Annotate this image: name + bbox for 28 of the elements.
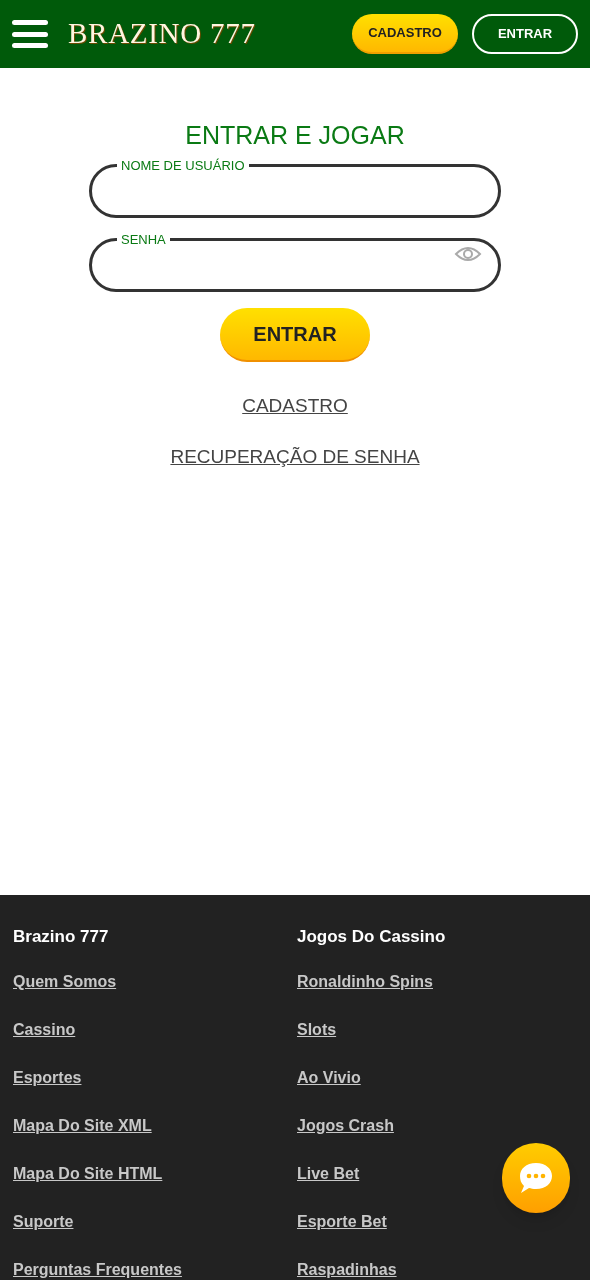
field-label: NOME DE USUÁRIO — [120, 157, 246, 175]
footer-link[interactable]: Jogos Crash — [297, 1115, 577, 1137]
footer-link[interactable]: Esportes — [13, 1067, 295, 1089]
logo[interactable]: BRAZINO 777 — [68, 12, 256, 56]
footer-link[interactable]: Cassino — [13, 1019, 295, 1041]
footer-link[interactable]: Raspadinhas — [297, 1259, 577, 1280]
footer-link[interactable]: Mapa Do Site HTML — [13, 1163, 295, 1185]
login-title: ENTRAR E JOGAR — [185, 120, 405, 150]
login-button[interactable]: ENTRAR — [472, 14, 578, 54]
footer-link[interactable]: Suporte — [13, 1211, 295, 1233]
footer-link[interactable]: Ronaldinho Spins — [297, 971, 577, 993]
footer-link[interactable]: Slots — [297, 1019, 577, 1041]
password-recovery-link[interactable]: RECUPERAÇÃO DE SENHA — [170, 442, 420, 471]
login-submit-button[interactable]: ENTRAR — [220, 308, 370, 362]
footer-link[interactable]: Quem Somos — [13, 971, 295, 993]
footer-link[interactable]: Perguntas Frequentes — [13, 1259, 295, 1280]
footer-link[interactable]: Mapa Do Site XML — [13, 1115, 295, 1137]
footer-link[interactable]: Live Bet — [297, 1163, 577, 1185]
chat-bubble-icon — [518, 1161, 554, 1195]
footer-heading: Brazino 777 — [13, 926, 110, 948]
menu-icon[interactable] — [12, 20, 48, 48]
field-label: SENHA — [120, 231, 167, 249]
footer-heading: Jogos Do Cassino — [297, 926, 447, 948]
footer-link[interactable]: Esporte Bet — [297, 1211, 577, 1233]
signup-button[interactable]: CADASTRO — [352, 14, 458, 54]
username-field[interactable]: NOME DE USUÁRIO — [89, 156, 501, 218]
footer-link[interactable]: Ao Vivio — [297, 1067, 577, 1089]
signup-link[interactable]: CADASTRO — [242, 392, 348, 421]
